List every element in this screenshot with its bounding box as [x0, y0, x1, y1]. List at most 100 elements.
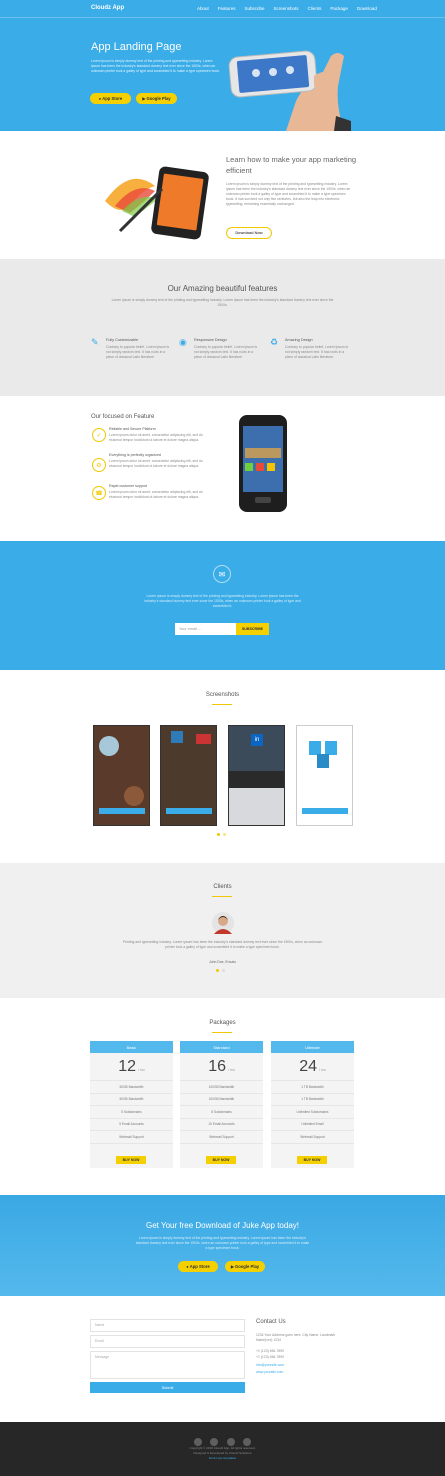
carousel-dot[interactable] [223, 833, 226, 836]
navbar: Cloudz App About Features Subscribe Scre… [0, 0, 445, 18]
nav-download[interactable]: Download [357, 6, 377, 11]
focused-title: Our focused on Feature [91, 414, 155, 420]
gear-icon: ⚙ [92, 458, 106, 472]
focus-item-title: Reliable and Secure Platform [109, 427, 156, 431]
price-value: 24 [299, 1057, 317, 1075]
nav-features[interactable]: Features [218, 6, 236, 11]
message-field[interactable]: Message [90, 1351, 245, 1379]
download-text: Lorem ipsum is simply dummy text of the … [135, 1236, 310, 1250]
package-feature: 10 Email Accounts [180, 1119, 263, 1131]
package-card-basic: Basic 12/ mo 50GB Bandwidth 50GB Bandwid… [90, 1041, 173, 1168]
smartphone-image [239, 415, 287, 512]
package-feature: 100GB Bandwidth [180, 1081, 263, 1094]
title-divider [212, 704, 232, 705]
focus-item-text: Lorem ipsum dolor sit amet, consectetur … [109, 490, 203, 499]
price-unit: / mo [137, 1067, 145, 1072]
amazing-title: Our Amazing beautiful features [167, 284, 278, 293]
amazing-subtitle: Lorem ipsum is simply dummy text of the … [111, 298, 334, 307]
package-feature: Unlimited Email [271, 1119, 354, 1131]
package-feature: 50GB Bandwidth [90, 1094, 173, 1106]
contact-address: 1234 Your Address goes here, City Name, … [256, 1333, 336, 1342]
nav-screenshots[interactable]: Screenshots [274, 6, 299, 11]
packages-section: Packages Basic 12/ mo 50GB Bandwidth 50G… [0, 998, 445, 1195]
nav-subscribe[interactable]: Subscribe [245, 6, 265, 11]
hero-appstore-button[interactable]: ● App Store [90, 93, 131, 104]
price-unit: / mo [227, 1067, 235, 1072]
package-price: 16/ mo [180, 1053, 263, 1081]
email-field[interactable]: Email [90, 1335, 245, 1348]
screenshots-section: Screenshots in [0, 670, 445, 863]
logo[interactable]: Cloudz App [91, 5, 124, 11]
clients-section: Clients Printing and typesetting industr… [0, 863, 445, 998]
hero-googleplay-button[interactable]: ▶ Google Play [136, 93, 177, 104]
marketing-title: Learn how to make your app marketing eff… [226, 155, 357, 175]
title-divider [212, 896, 232, 897]
email-input[interactable]: Your email.... [175, 623, 236, 635]
nav-package[interactable]: Package [330, 6, 348, 11]
marketing-text: Lorem ipsum is simply dummy text of the … [226, 182, 351, 206]
package-card-standard: Standard 16/ mo 100GB Bandwidth 100GB Ba… [180, 1041, 263, 1168]
subscribe-section: ✉ Lorem ipsum is simply dummy text of th… [0, 541, 445, 670]
hero-googleplay-label: Google Play [146, 96, 171, 101]
contact-phone: +1 (123) 456-7890 [256, 1349, 284, 1353]
packages-title: Packages [209, 1020, 236, 1026]
screenshots-title: Screenshots [205, 692, 240, 698]
feature-title: Responsive Design [194, 338, 227, 342]
contact-email[interactable]: info@yoursite.com [256, 1363, 284, 1368]
nav-clients[interactable]: Clients [308, 6, 322, 11]
hand-phone-image [228, 50, 351, 131]
package-feature: Webmail Support [180, 1131, 263, 1144]
package-name: Ultimate [271, 1041, 354, 1053]
copyright-text: Copyright © 2016 Cloudz App. All rights … [189, 1446, 256, 1450]
google-plus-icon[interactable] [226, 1438, 235, 1446]
carousel-dot[interactable] [217, 833, 220, 836]
package-feature: 8 Subdomains [180, 1106, 263, 1119]
recycle-icon: ♻ [270, 337, 279, 347]
buy-now-button[interactable]: BUY NOW [297, 1156, 327, 1164]
feature-title: Fully Customizable [106, 338, 139, 342]
subscribe-text: Lorem ipsum is simply dummy text of the … [144, 594, 301, 608]
download-appstore-button[interactable]: ● App Store [178, 1261, 218, 1272]
package-feature: Webmail Support [271, 1131, 354, 1144]
marketing-section: Learn how to make your app marketing eff… [0, 131, 445, 259]
screenshot-1[interactable] [93, 725, 150, 826]
download-now-button[interactable]: Download Now [226, 227, 272, 239]
screenshot-3[interactable]: in [228, 725, 285, 826]
focused-feature-section: Our focused on Feature ✓ Reliable and Se… [0, 396, 445, 541]
buy-now-button[interactable]: BUY NOW [206, 1156, 236, 1164]
download-title: Get Your free Download of Juke App today… [146, 1221, 299, 1230]
subscribe-button[interactable]: SUBSCRIBE [236, 623, 269, 635]
buy-now-button[interactable]: BUY NOW [116, 1156, 146, 1164]
hero-title: App Landing Page [91, 41, 182, 53]
contact-web[interactable]: www.yoursite.com [256, 1370, 283, 1375]
submit-button[interactable]: Submit [90, 1382, 245, 1393]
package-name: Basic [90, 1041, 173, 1053]
package-feature: 5 Email Accounts [90, 1119, 173, 1131]
twitter-icon[interactable] [210, 1438, 219, 1446]
carousel-dot[interactable] [216, 969, 219, 972]
nav-about[interactable]: About [197, 6, 209, 11]
hero-section: Cloudz App About Features Subscribe Scre… [0, 0, 445, 131]
hero-appstore-label: App Store [102, 96, 123, 101]
facebook-icon[interactable] [193, 1438, 202, 1446]
screenshot-2[interactable] [160, 725, 217, 826]
headset-icon: ☎ [92, 486, 106, 500]
linkedin-icon[interactable] [243, 1438, 252, 1446]
download-googleplay-button[interactable]: ▶ Google Play [225, 1261, 265, 1272]
credit-link[interactable]: Find more templates [0, 1456, 445, 1460]
envelope-icon: ✉ [213, 565, 231, 583]
apple-icon: ● [186, 1264, 189, 1269]
contact-section: Name Email Message Submit Contact Us 123… [0, 1296, 445, 1422]
designed-by-text: Designed & Developed by Cloudz Solutions [193, 1451, 252, 1455]
shield-icon: ✓ [92, 428, 106, 442]
carousel-dot[interactable] [222, 969, 225, 972]
screenshot-4[interactable] [296, 725, 353, 826]
package-feature: 1 TB Bandwidth [271, 1094, 354, 1106]
name-field[interactable]: Name [90, 1319, 245, 1332]
package-card-ultimate: Ultimate 24/ mo 1 TB Bandwidth 1 TB Band… [271, 1041, 354, 1168]
focus-item-text: Lorem ipsum dolor sit amet, consectetur … [109, 433, 203, 442]
price-value: 12 [118, 1057, 136, 1075]
package-feature: Unlimited Subdomains [271, 1106, 354, 1119]
download-appstore-label: App Store [189, 1264, 210, 1269]
feature-text: Contrary to popular belief, Lorem Ipsum … [106, 345, 170, 359]
